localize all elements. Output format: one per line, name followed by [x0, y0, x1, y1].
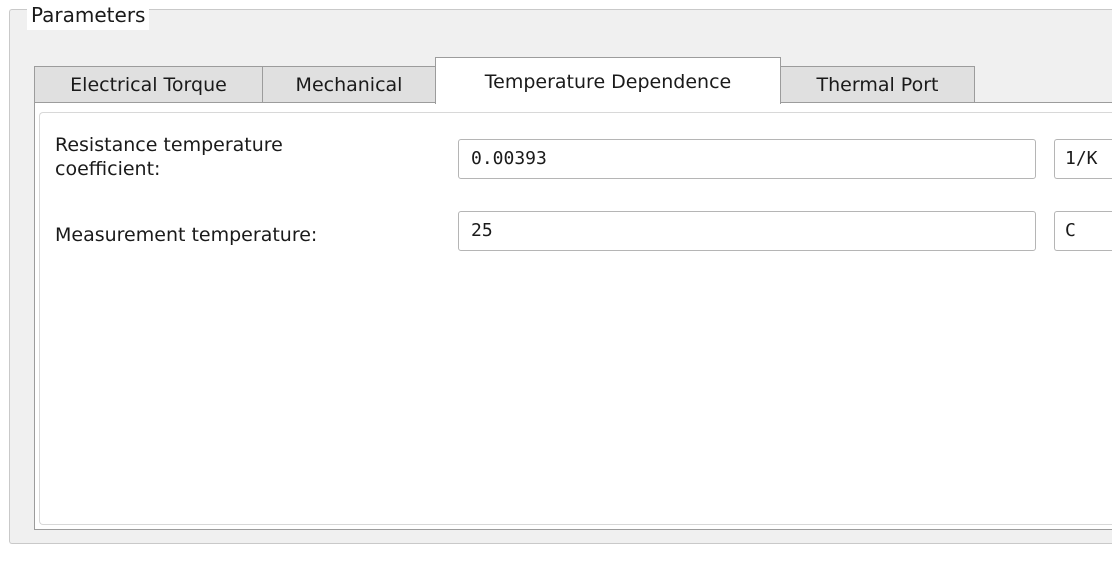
tab-bar: Electrical Torque Mechanical Temperature…	[34, 57, 1112, 104]
resistance-temp-coeff-unit[interactable]: 1/K	[1054, 139, 1112, 179]
resistance-temp-coeff-field[interactable]: 0.00393	[458, 139, 1036, 179]
measurement-temperature-unit[interactable]: C	[1054, 211, 1112, 251]
tab-thermal-port[interactable]: Thermal Port	[780, 66, 975, 102]
tab-electrical-torque[interactable]: Electrical Torque	[34, 66, 263, 102]
tab-mechanical[interactable]: Mechanical	[262, 66, 436, 102]
measurement-temperature-field[interactable]: 25	[458, 211, 1036, 251]
resistance-temp-coeff-label-line1: Resistance temperature	[55, 134, 283, 156]
measurement-temperature-label: Measurement temperature:	[55, 224, 318, 246]
parameters-group-title: Parameters	[27, 0, 150, 30]
group-top-mask	[9, 0, 1112, 9]
tab-temperature-dependence[interactable]: Temperature Dependence	[435, 57, 781, 104]
resistance-temp-coeff-label-line2: coefficient:	[55, 158, 161, 180]
